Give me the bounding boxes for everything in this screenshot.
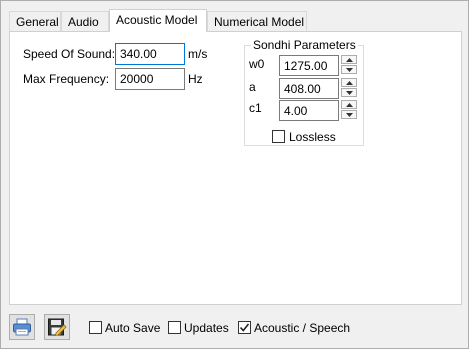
- a-spin-up[interactable]: [341, 78, 357, 87]
- arrow-down-icon: [345, 67, 353, 72]
- max-frequency-value: 20000: [120, 72, 154, 86]
- updates-checkbox[interactable]: [168, 321, 181, 334]
- max-frequency-input[interactable]: 20000: [115, 68, 185, 90]
- arrow-up-icon: [345, 57, 353, 62]
- tab-acoustic-model-label: Acoustic Model: [116, 13, 198, 27]
- w0-spinner[interactable]: [341, 55, 357, 75]
- c1-spin-down[interactable]: [341, 110, 357, 119]
- lossless-checkbox[interactable]: [272, 130, 285, 143]
- tab-audio[interactable]: Audio: [61, 11, 109, 31]
- a-spinner[interactable]: [341, 78, 357, 98]
- auto-save-label: Auto Save: [105, 321, 161, 335]
- lossless-label: Lossless: [289, 130, 336, 144]
- updates-label: Updates: [184, 321, 229, 335]
- c1-spinner[interactable]: [341, 100, 357, 120]
- w0-input[interactable]: 1275.00: [279, 55, 339, 76]
- arrow-down-icon: [345, 112, 353, 117]
- tab-numerical-model[interactable]: Numerical Model: [207, 11, 307, 31]
- tab-general-label: General: [16, 15, 59, 29]
- c1-value: 4.00: [284, 104, 308, 118]
- speed-of-sound-unit: m/s: [188, 47, 208, 61]
- acoustic-speech-label: Acoustic / Speech: [254, 321, 351, 335]
- checkmark-icon: [240, 323, 249, 332]
- w0-value: 1275.00: [284, 59, 328, 73]
- w0-spin-up[interactable]: [341, 55, 357, 64]
- sondhi-parameters-group: Sondhi Parameters w0 1275.00 a 408.00 c1…: [244, 38, 364, 146]
- speed-of-sound-value: 340.00: [120, 47, 157, 61]
- sondhi-parameters-title: Sondhi Parameters: [251, 38, 358, 53]
- tab-acoustic-model[interactable]: Acoustic Model: [109, 9, 207, 32]
- save-edit-icon: [48, 318, 67, 337]
- acoustic-speech-checkbox[interactable]: [238, 321, 251, 334]
- a-spin-down[interactable]: [341, 88, 357, 97]
- settings-window: General Audio Acoustic Model Numerical M…: [0, 0, 469, 349]
- arrow-up-icon: [345, 80, 353, 85]
- acoustic-model-panel: Speed Of Sound: 340.00 m/s Max Frequency…: [9, 31, 462, 305]
- c1-input[interactable]: 4.00: [279, 100, 339, 121]
- tab-audio-label: Audio: [68, 15, 99, 29]
- speed-of-sound-input[interactable]: 340.00: [115, 43, 185, 65]
- max-frequency-unit: Hz: [188, 72, 203, 86]
- save-button[interactable]: [44, 314, 70, 340]
- w0-label: w0: [249, 57, 265, 71]
- w0-spin-down[interactable]: [341, 65, 357, 74]
- c1-spin-up[interactable]: [341, 100, 357, 109]
- tab-numerical-model-label: Numerical Model: [214, 15, 305, 29]
- arrow-up-icon: [345, 102, 353, 107]
- speed-of-sound-label: Speed Of Sound:: [23, 47, 116, 61]
- max-frequency-label: Max Frequency:: [23, 72, 110, 86]
- printer-icon: [13, 318, 31, 336]
- a-value: 408.00: [284, 82, 321, 96]
- auto-save-checkbox[interactable]: [89, 321, 102, 334]
- arrow-down-icon: [345, 90, 353, 95]
- c1-label: c1: [249, 101, 262, 115]
- a-input[interactable]: 408.00: [279, 78, 339, 99]
- a-label: a: [249, 80, 256, 94]
- print-button[interactable]: [9, 314, 35, 340]
- tab-general[interactable]: General: [9, 11, 61, 31]
